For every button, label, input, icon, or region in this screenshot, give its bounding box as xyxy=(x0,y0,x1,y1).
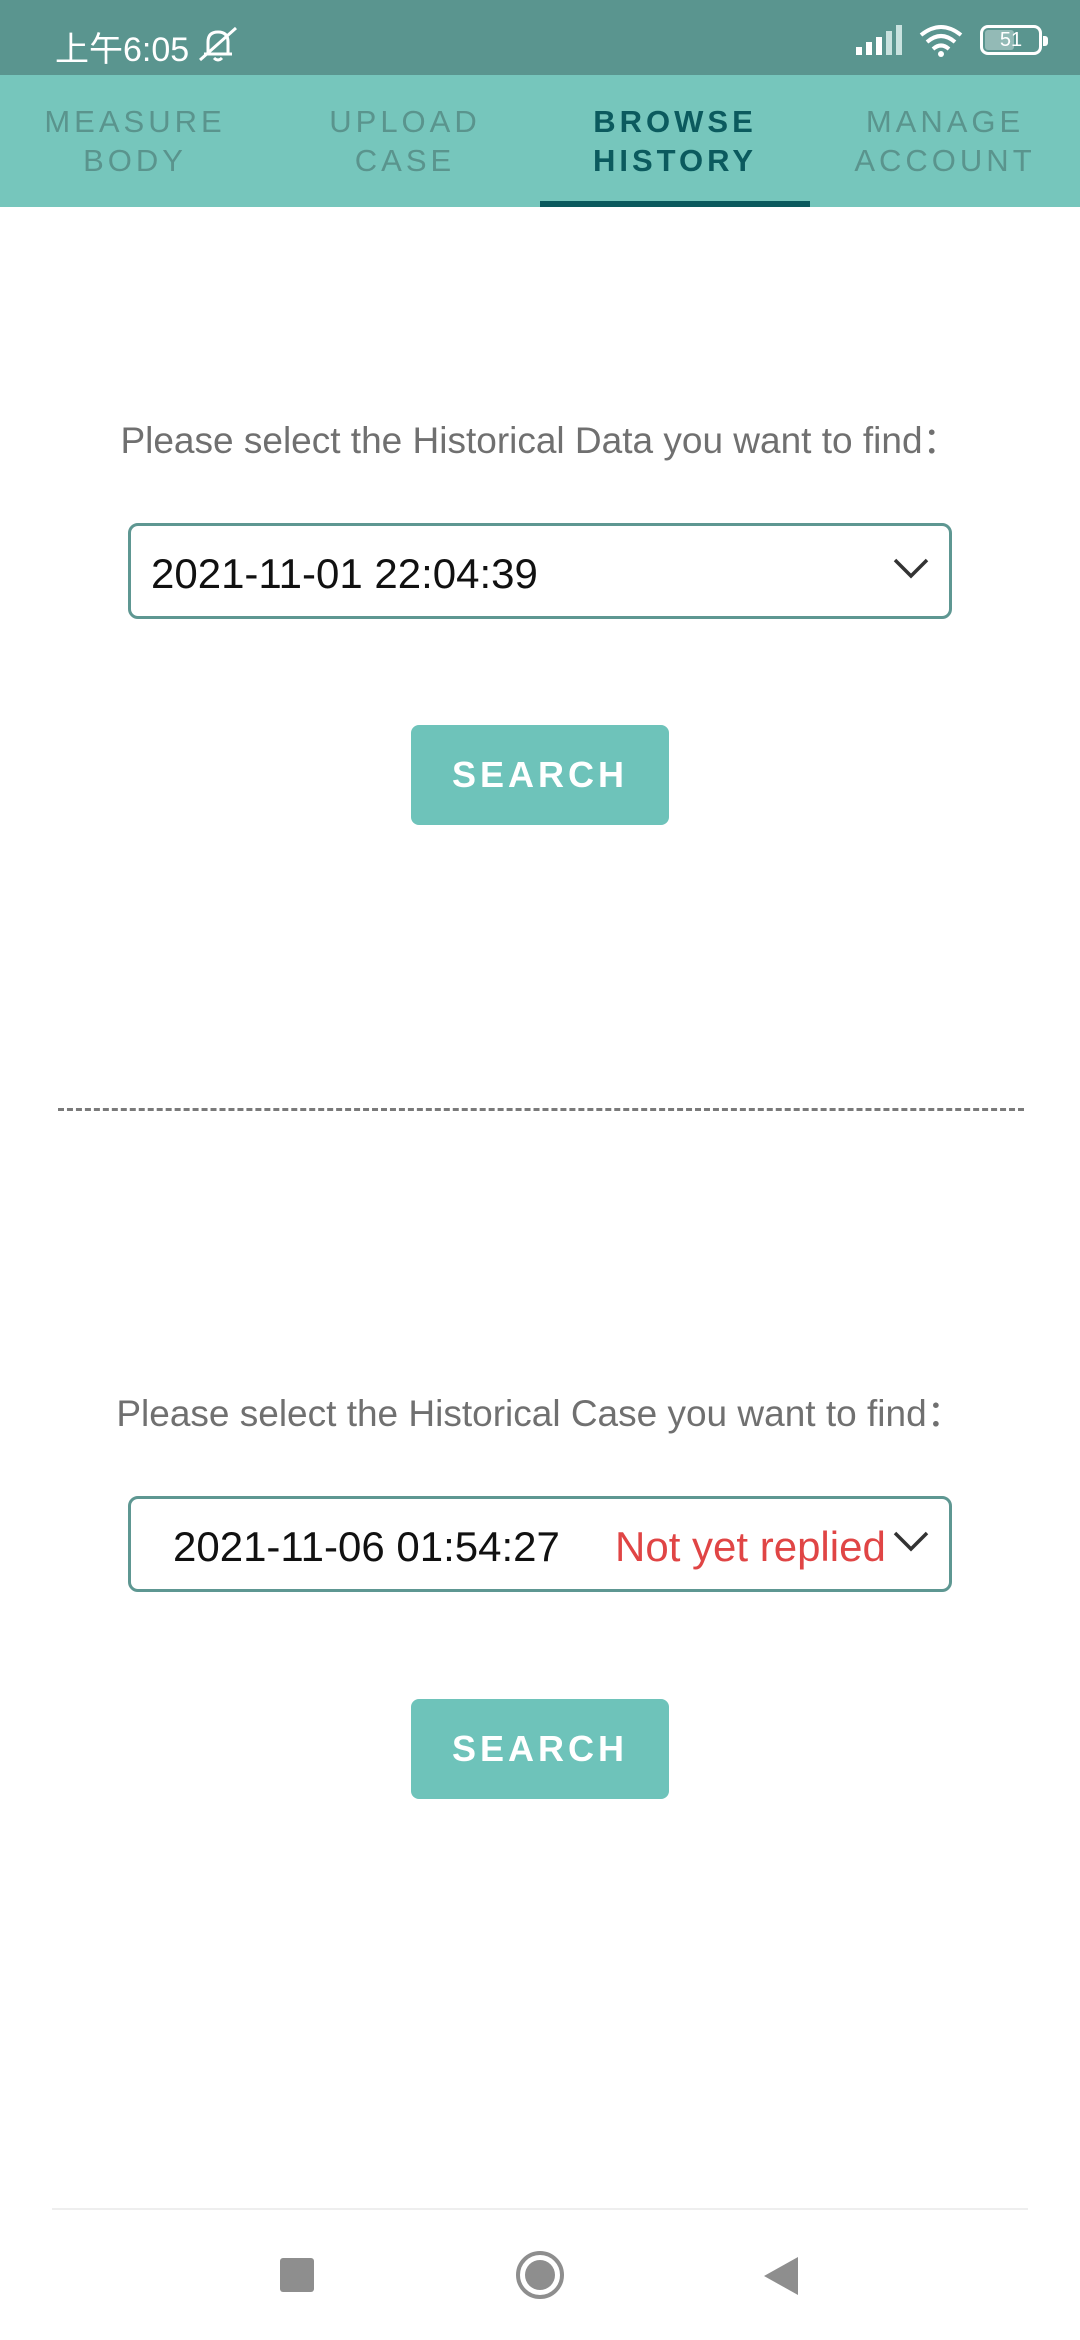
chevron-down-icon xyxy=(893,1531,929,1552)
status-bar: 上午6:05 51 xyxy=(0,0,1080,75)
tab-upload-case[interactable]: UPLOAD CASE xyxy=(270,75,540,207)
tab-bar: MEASURE BODY UPLOAD CASE BROWSE HISTORY … xyxy=(0,75,1080,207)
case-search-button[interactable]: SEARCH xyxy=(411,1699,669,1799)
section-divider xyxy=(58,1108,1024,1111)
case-selected-date: 2021-11-06 01:54:27 xyxy=(173,1523,560,1570)
bell-muted-icon xyxy=(199,26,237,62)
wifi-icon xyxy=(919,25,963,57)
signal-icon xyxy=(856,25,902,55)
back-icon[interactable] xyxy=(760,2255,800,2297)
data-selected-date: 2021-11-01 22:04:39 xyxy=(151,550,538,597)
case-prompt: Please select the Historical Case you wa… xyxy=(116,1393,964,1434)
battery-icon: 51 xyxy=(980,25,1048,55)
home-icon[interactable] xyxy=(515,2250,565,2300)
status-time: 上午6:05 xyxy=(55,31,190,69)
data-search-button[interactable]: SEARCH xyxy=(411,725,669,825)
case-date-select[interactable]: 2021-11-06 01:54:27 Not yet replied xyxy=(128,1496,952,1592)
chevron-down-icon xyxy=(893,558,929,579)
recent-apps-icon[interactable] xyxy=(280,2258,314,2292)
data-prompt: Please select the Historical Data you wa… xyxy=(120,420,960,461)
tab-measure-body[interactable]: MEASURE BODY xyxy=(0,75,270,207)
tab-browse-history[interactable]: BROWSE HISTORY xyxy=(540,75,810,207)
battery-level: 51 xyxy=(999,28,1023,51)
tab-manage-account[interactable]: MANAGE ACCOUNT xyxy=(810,75,1080,207)
data-date-select[interactable]: 2021-11-01 22:04:39 xyxy=(128,523,952,619)
case-reply-status: Not yet replied xyxy=(615,1523,886,1570)
nav-divider xyxy=(52,2208,1028,2210)
